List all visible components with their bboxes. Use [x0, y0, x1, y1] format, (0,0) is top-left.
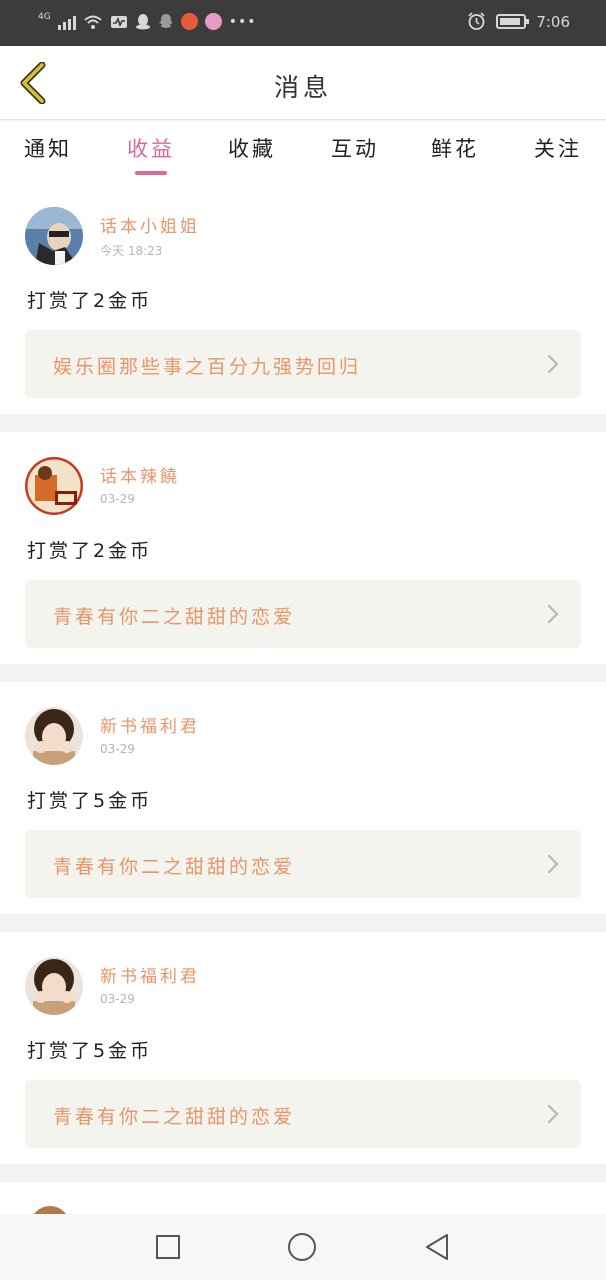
avatar[interactable]	[25, 207, 83, 265]
reward-text: 打赏了2金币	[27, 290, 153, 312]
reward-text: 打赏了2金币	[27, 540, 153, 562]
list-item: 新书福利君 03-29 打赏了5金币 青春有你二之甜甜的恋爱	[0, 682, 606, 914]
status-right: 7:06	[467, 12, 570, 31]
clock: 7:06	[536, 12, 570, 31]
tab-interactions[interactable]: 互动	[315, 133, 395, 163]
more-icon: •••	[228, 13, 257, 30]
tab-earnings-label: 收益	[127, 137, 175, 161]
recent-apps-button[interactable]	[153, 1232, 183, 1262]
book-title: 娱乐圈那些事之百分九强势回归	[53, 356, 362, 378]
list-item: 话本辣饒 03-29 打赏了2金币 青春有你二之甜甜的恋爱	[0, 432, 606, 664]
list-item: 话本小姐姐 今天 18:23 打赏了2金币 娱乐圈那些事之百分九强势回归	[0, 182, 606, 414]
timestamp: 03-29	[100, 492, 135, 506]
avatar[interactable]	[25, 707, 83, 765]
back-nav-button[interactable]	[422, 1232, 452, 1262]
home-button[interactable]	[287, 1232, 317, 1262]
book-title: 青春有你二之甜甜的恋爱	[53, 856, 296, 878]
timestamp: 03-29	[100, 992, 135, 1006]
battery-icon	[496, 14, 530, 29]
wifi-icon	[84, 15, 102, 29]
chevron-right-icon	[547, 604, 559, 624]
book-link[interactable]: 青春有你二之甜甜的恋爱	[25, 580, 581, 648]
book-link[interactable]: 青春有你二之甜甜的恋爱	[25, 830, 581, 898]
back-icon	[426, 1234, 448, 1260]
nickname[interactable]: 话本小姐姐	[100, 212, 200, 237]
book-title: 青春有你二之甜甜的恋爱	[53, 606, 296, 628]
list-item-partial	[0, 1182, 606, 1214]
avatar[interactable]	[25, 457, 83, 515]
weibo-icon	[180, 13, 198, 30]
nickname[interactable]: 新书福利君	[100, 712, 200, 737]
chevron-right-icon	[547, 354, 559, 374]
snapchat-icon	[158, 14, 173, 28]
nickname[interactable]: 话本辣饒	[100, 462, 180, 487]
page-title: 消息	[273, 73, 332, 102]
tab-bar: 通知 收益 收藏 互动 鲜花 关注	[0, 121, 606, 183]
reward-text: 打赏了5金币	[27, 1040, 153, 1062]
book-link[interactable]: 青春有你二之甜甜的恋爱	[25, 1080, 581, 1148]
signal-icon	[57, 14, 76, 30]
reward-text: 打赏了5金币	[27, 790, 153, 812]
network-label: 4G	[38, 11, 51, 22]
book-title: 青春有你二之甜甜的恋爱	[53, 1106, 296, 1128]
home-icon	[288, 1233, 316, 1261]
activity-icon	[110, 15, 127, 28]
timestamp: 今天 18:23	[100, 244, 163, 258]
status-bar: 4G ••• 7:06	[0, 0, 606, 46]
chevron-right-icon	[547, 1104, 559, 1124]
nickname[interactable]: 新书福利君	[100, 962, 200, 987]
chevron-right-icon	[547, 854, 559, 874]
active-tab-indicator	[135, 171, 167, 175]
avatar[interactable]	[25, 957, 83, 1015]
tab-flowers[interactable]: 鲜花	[415, 133, 495, 163]
timestamp: 03-29	[100, 742, 135, 756]
status-left: 4G •••	[38, 11, 257, 30]
tab-following[interactable]: 关注	[518, 133, 598, 163]
tab-earnings[interactable]: 收益	[111, 133, 191, 175]
alarm-icon	[468, 12, 485, 30]
avatar[interactable]	[30, 1206, 70, 1214]
qq-icon	[135, 14, 150, 30]
list-item: 新书福利君 03-29 打赏了5金币 青春有你二之甜甜的恋爱	[0, 932, 606, 1164]
system-nav-bar	[0, 1214, 606, 1280]
tab-favorites[interactable]: 收藏	[212, 133, 292, 163]
recent-apps-icon	[156, 1235, 180, 1259]
tab-notifications[interactable]: 通知	[8, 133, 88, 163]
header: 消息	[0, 46, 606, 120]
app-icon	[204, 13, 222, 30]
book-link[interactable]: 娱乐圈那些事之百分九强势回归	[25, 330, 581, 398]
